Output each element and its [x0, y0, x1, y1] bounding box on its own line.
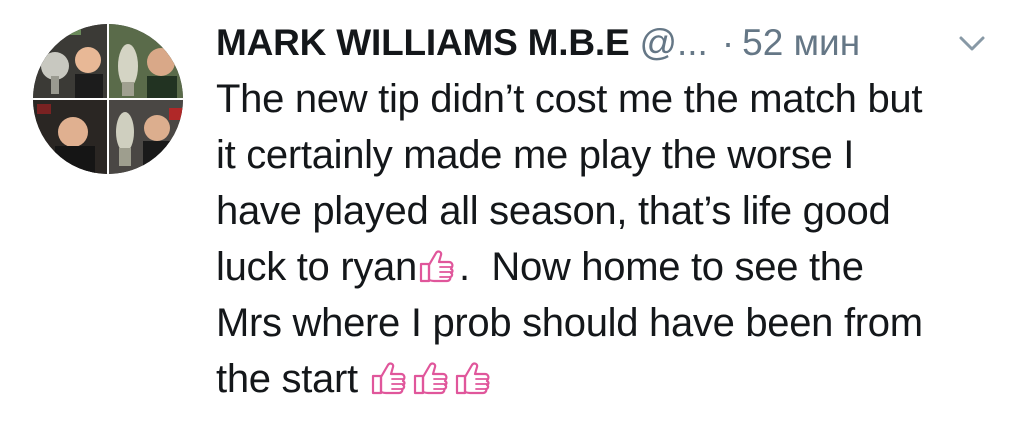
- display-name[interactable]: MARK WILLIAMS M.B.E: [216, 18, 630, 68]
- separator-dot: ·: [721, 22, 735, 63]
- tweet-text-segment: . Now home to see the: [458, 245, 864, 289]
- username-handle[interactable]: @...: [639, 18, 707, 68]
- tweet-text-segment: The new tip didn’t cost me the match but: [216, 77, 923, 121]
- tweet-text-line: the start: [216, 351, 1006, 407]
- tweet-text-line: luck to ryan . Now home to see the: [216, 239, 1006, 295]
- tweet-header: MARK WILLIAMS M.B.E @... · 52 мин: [216, 18, 860, 68]
- thumbs-up-emoji-icon: [371, 362, 406, 395]
- tweet-text-segment: the start: [216, 357, 369, 401]
- tweet-text-line: it certainly made me play the worse I: [216, 127, 1006, 183]
- chevron-down-icon[interactable]: [956, 30, 988, 56]
- tweet-text-line: Mrs where I prob should have been from: [216, 295, 1006, 351]
- tweet-text-segment: it certainly made me play the worse I: [216, 133, 855, 177]
- thumbs-up-emoji-icon: [413, 362, 448, 395]
- avatar[interactable]: [33, 24, 183, 174]
- tweet-text: The new tip didn’t cost me the match but…: [216, 71, 1006, 407]
- profile-photo-collage-icon: [33, 24, 183, 174]
- tweet-text-segment: Mrs where I prob should have been from: [216, 301, 923, 345]
- tweet-text-segment: have played all season, that’s life good: [216, 189, 891, 233]
- thumbs-up-emoji-icon: [455, 362, 490, 395]
- timestamp[interactable]: 52 мин: [742, 18, 860, 68]
- tweet-text-line: have played all season, that’s life good: [216, 183, 1006, 239]
- tweet-text-line: The new tip didn’t cost me the match but: [216, 71, 1006, 127]
- tweet-text-segment: luck to ryan: [216, 245, 417, 289]
- tweet: MARK WILLIAMS M.B.E @... · 52 мин The ne…: [0, 0, 1024, 421]
- thumbs-up-emoji-icon: [419, 250, 454, 283]
